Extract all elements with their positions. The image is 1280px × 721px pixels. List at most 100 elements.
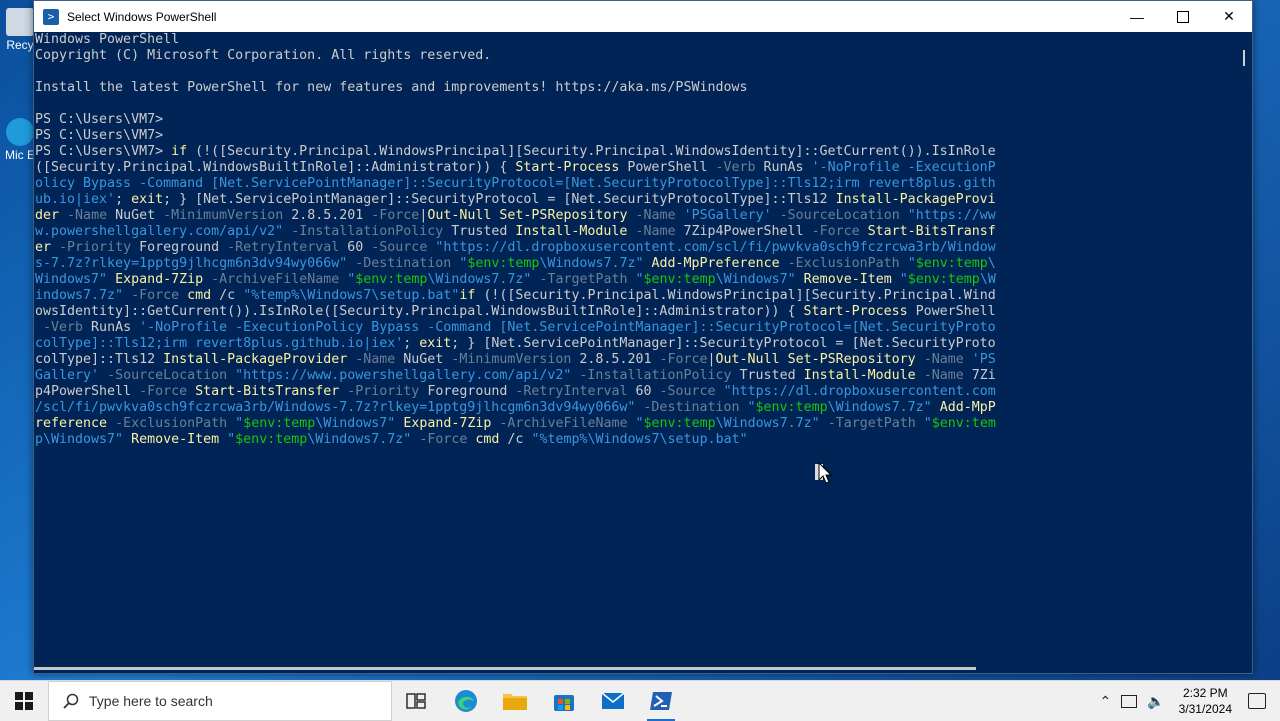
console-text: -Verb <box>43 320 84 335</box>
task-view-button[interactable] <box>392 681 440 721</box>
console-line: ub.io|iex'; exit; } [Net.ServicePointMan… <box>34 192 1234 208</box>
console-text: colType]::Tls12 <box>35 352 164 367</box>
clock-date: 3/31/2024 <box>1178 702 1232 716</box>
horizontal-scrollbar[interactable] <box>34 663 1234 673</box>
taskbar: Type here to search ⌃ 🔈 2:32 PM 3/31/202… <box>0 680 1280 721</box>
console-text: -Force <box>371 208 420 223</box>
console-text: PS C:\Users\VM7> <box>35 128 164 143</box>
clock[interactable]: 2:32 PM 3/31/2024 <box>1179 685 1232 717</box>
minimize-button[interactable]: — <box>1114 1 1160 32</box>
console-text: cmd <box>187 288 212 303</box>
close-icon: ✕ <box>1223 8 1235 24</box>
console-text: " <box>227 432 236 447</box>
search-icon <box>63 693 79 709</box>
volume-icon[interactable]: 🔈 <box>1147 693 1164 710</box>
mail-taskbar-button[interactable] <box>589 681 637 721</box>
task-view-icon <box>406 693 426 709</box>
store-taskbar-button[interactable] <box>540 681 588 721</box>
console-text: \ <box>987 256 996 271</box>
console-text: -Priority <box>347 384 420 399</box>
console-text: $env:temp <box>235 432 308 447</box>
maximize-button[interactable] <box>1160 1 1206 32</box>
console-line: ([Security.Principal.WindowsBuiltInRole]… <box>34 160 1234 176</box>
edge-taskbar-button[interactable] <box>442 681 490 721</box>
console-text: -ArchiveFileName <box>499 416 628 431</box>
console-text: (!([Security.Principal.WindowsPrincipal]… <box>187 144 996 159</box>
console-output[interactable]: Windows PowerShell Copyright (C) Microsof… <box>34 32 1234 662</box>
console-text: ; <box>115 192 132 207</box>
console-text: Install-Module <box>803 368 916 383</box>
console-text: Out-Null <box>715 352 780 367</box>
mouse-pointer-icon <box>818 462 832 484</box>
console-text: " <box>635 272 644 287</box>
console-text: $env:temp <box>643 416 716 431</box>
title-bar[interactable]: > Select Windows PowerShell — ✕ <box>34 1 1252 32</box>
console-text: -Source <box>659 384 716 399</box>
notification-icon[interactable] <box>1248 693 1266 709</box>
console-text: Install the latest PowerShell for new fe… <box>35 80 748 95</box>
console-text: Install-Module <box>515 224 628 239</box>
console-text: Set-PSRepository <box>787 352 916 367</box>
network-icon[interactable] <box>1121 694 1138 708</box>
console-text: (!([Security.Principal.WindowsPrincipal]… <box>475 288 996 303</box>
scrollbar-thumb[interactable] <box>1243 50 1245 66</box>
console-text: 60 <box>627 384 660 399</box>
file-explorer-taskbar-button[interactable] <box>491 681 539 721</box>
taskbar-search[interactable]: Type here to search <box>48 681 392 721</box>
console-text: \Windows7" <box>715 272 796 287</box>
console-text: \Windows7.7z" <box>307 432 412 447</box>
console-text: $env:temp <box>243 416 316 431</box>
console-text: '-NoProfile -ExecutionP <box>811 160 996 175</box>
console-line: indows7.7z" -Force cmd /c "%temp%\Window… <box>34 288 1234 304</box>
console-text: 60 <box>339 240 372 255</box>
chevron-up-icon[interactable]: ⌃ <box>1099 693 1111 710</box>
console-text: "https://www.powershellgallery.com/api/v… <box>235 368 572 383</box>
close-button[interactable]: ✕ <box>1206 1 1252 32</box>
console-text: /c <box>211 288 244 303</box>
console-line: Gallery' -SourceLocation "https://www.po… <box>34 368 1234 384</box>
system-tray: ⌃ 🔈 2:32 PM 3/31/2024 <box>1099 681 1280 721</box>
console-text: -SourceLocation <box>779 208 900 223</box>
console-text: -Name <box>635 208 676 223</box>
console-text: if <box>171 144 188 159</box>
console-text: PowerShell <box>907 304 996 319</box>
scrollbar-thumb[interactable] <box>34 667 976 670</box>
powershell-taskbar-button[interactable] <box>637 681 685 721</box>
console-text: Expand-7Zip <box>403 416 492 431</box>
console-text: " <box>899 272 908 287</box>
start-button[interactable] <box>0 681 48 721</box>
console-text: -Source <box>371 240 428 255</box>
console-text: '-NoProfile -ExecutionPolicy Bypass -Com… <box>139 320 996 335</box>
console-text: Out-Null <box>427 208 492 223</box>
console-text: PS C:\Users\VM7> <box>35 112 164 127</box>
console-text: -MinimumVersion <box>451 352 572 367</box>
console-line: s-7.7z?rlkey=1pptg9jlhcgm6n3dv94wy066w" … <box>34 256 1234 272</box>
powershell-window[interactable]: > Select Windows PowerShell — ✕ Windows … <box>33 0 1253 674</box>
console-line: p\Windows7" Remove-Item "$env:temp\Windo… <box>34 432 1234 448</box>
clock-time: 2:32 PM <box>1182 686 1228 700</box>
console-text: -Force <box>419 432 468 447</box>
vertical-scrollbar[interactable] <box>1236 32 1252 662</box>
console-text: /c <box>499 432 532 447</box>
console-text: -TargetPath <box>827 416 916 431</box>
console-text: -Force <box>811 224 860 239</box>
console-text: NuGet <box>107 208 164 223</box>
console-text: colType]::Tls12;irm revert8plus.github.i… <box>35 336 404 351</box>
console-text: RunAs <box>83 320 140 335</box>
console-text: -SourceLocation <box>107 368 228 383</box>
console-text: olicy Bypass -Command [Net.ServicePointM… <box>35 176 996 191</box>
